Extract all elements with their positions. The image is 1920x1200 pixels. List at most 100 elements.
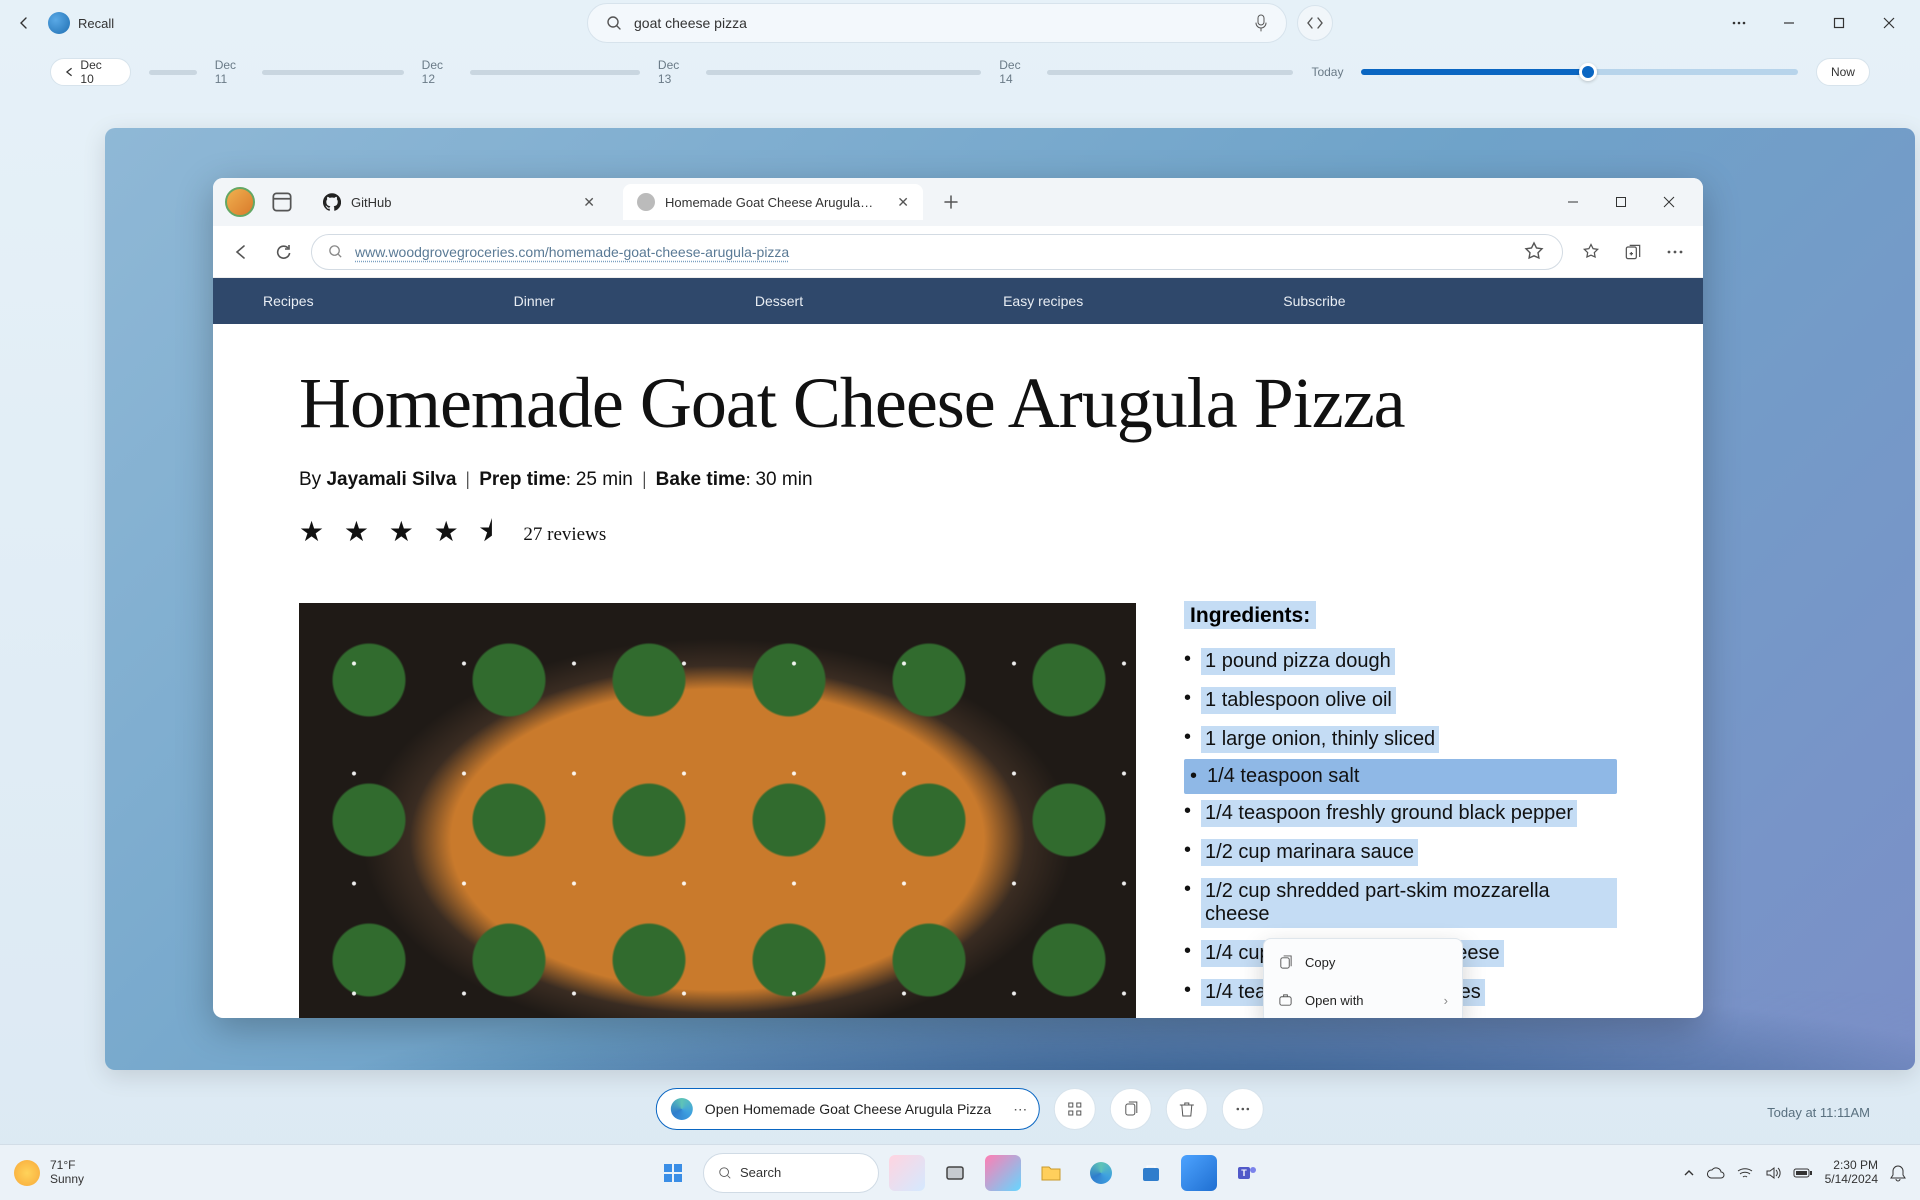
prep-value: 25 min [576, 469, 633, 490]
collections-icon[interactable] [1619, 238, 1647, 266]
url-text: www.woodgrovegroceries.com/homemade-goat… [355, 244, 789, 260]
recipe-photo [299, 603, 1136, 1018]
tab-close-icon[interactable]: ✕ [897, 194, 909, 211]
more-actions-button[interactable] [1222, 1088, 1264, 1130]
browser-tabstrip: GitHub ✕ Homemade Goat Cheese Arugula Pi… [213, 178, 1703, 226]
tab-close-icon[interactable]: ✕ [583, 194, 595, 211]
task-view[interactable] [935, 1153, 975, 1193]
profile-avatar[interactable] [225, 187, 255, 217]
edge-taskbar[interactable] [1081, 1153, 1121, 1193]
day-track[interactable] [706, 70, 981, 75]
day-track[interactable] [1047, 70, 1293, 75]
day-track[interactable] [262, 70, 404, 75]
nav-back[interactable] [227, 238, 255, 266]
timeline-thumb[interactable] [1579, 63, 1597, 81]
minimize-button[interactable] [1766, 7, 1812, 39]
browser-minimize[interactable] [1551, 186, 1595, 218]
address-bar[interactable]: www.woodgrovegroceries.com/homemade-goat… [311, 234, 1563, 270]
context-copy[interactable]: Copy [1264, 943, 1462, 981]
today-label: Today [1311, 65, 1343, 79]
tab-github[interactable]: GitHub ✕ [309, 184, 609, 220]
site-nav: Recipes Dinner Dessert Easy recipes Subs… [213, 278, 1703, 324]
delete-button[interactable] [1166, 1088, 1208, 1130]
mic-icon[interactable] [1254, 14, 1268, 32]
open-more-icon[interactable]: ⋯ [1013, 1101, 1027, 1118]
review-count: 27 reviews [523, 524, 606, 546]
start-button[interactable] [653, 1153, 693, 1193]
ingredient-item: 1 pound pizza dough [1184, 642, 1617, 681]
day-track[interactable] [149, 70, 196, 75]
tab-label: Homemade Goat Cheese Arugula Pizz [665, 195, 875, 210]
code-button[interactable] [1297, 5, 1333, 41]
system-tray: 2:30 PM5/14/2024 [1683, 1159, 1906, 1185]
onedrive-icon[interactable] [1707, 1167, 1725, 1179]
github-icon [323, 193, 341, 211]
favorites-icon[interactable] [1577, 238, 1605, 266]
context-menu: Copy Open with › [1263, 938, 1463, 1018]
snapshot-timestamp: Today at 11:11AM [1767, 1105, 1870, 1120]
bake-label: Bake time [656, 469, 746, 490]
today-track[interactable] [1361, 69, 1797, 75]
weather-condition: Sunny [50, 1173, 84, 1186]
timeline-back-pill[interactable]: Dec 10 [50, 58, 131, 86]
snapshot-frame: GitHub ✕ Homemade Goat Cheese Arugula Pi… [105, 128, 1915, 1070]
nav-item[interactable]: Dessert [755, 293, 803, 309]
search-box[interactable] [587, 3, 1287, 43]
weather-temp: 71°F [50, 1159, 84, 1172]
copy-icon [1278, 955, 1293, 970]
taskbar-widgets[interactable] [889, 1155, 925, 1191]
ingredient-item: 1 tablespoon olive oil [1184, 681, 1617, 720]
recipe-title: Homemade Goat Cheese Arugula Pizza [299, 362, 1617, 445]
shopping-favorite-icon[interactable] [1522, 240, 1546, 264]
page-body: Recipes Dinner Dessert Easy recipes Subs… [213, 278, 1703, 1018]
crop-button[interactable] [1054, 1088, 1096, 1130]
favicon [637, 193, 655, 211]
recall-taskbar-icon[interactable] [1181, 1155, 1217, 1191]
ingredient-item: 1/4 teaspoon freshly ground black pepper [1184, 794, 1617, 833]
now-pill[interactable]: Now [1816, 58, 1870, 86]
context-open-with-label: Open with [1305, 993, 1364, 1008]
browser-window: GitHub ✕ Homemade Goat Cheese Arugula Pi… [213, 178, 1703, 1018]
nav-item[interactable]: Recipes [263, 293, 314, 309]
app-name: Recall [78, 16, 114, 31]
volume-icon[interactable] [1765, 1166, 1781, 1180]
nav-refresh[interactable] [269, 238, 297, 266]
open-label: Open Homemade Goat Cheese Arugula Pizza [705, 1101, 991, 1117]
teams-icon[interactable]: T [1227, 1153, 1267, 1193]
taskbar-search[interactable]: Search [703, 1153, 879, 1193]
new-tab-button[interactable] [937, 188, 965, 216]
rating: ★ ★ ★ ★ ⯨ 27 reviews [299, 511, 1617, 559]
chevron-up-icon[interactable] [1683, 1167, 1695, 1179]
browser-close[interactable] [1647, 186, 1691, 218]
context-open-with[interactable]: Open with › [1264, 981, 1462, 1018]
day-label: Dec 11 [215, 58, 250, 86]
nav-item[interactable]: Dinner [514, 293, 555, 309]
nav-item[interactable]: Subscribe [1283, 293, 1345, 309]
clock-time: 2:30 PM [1825, 1159, 1878, 1172]
open-snapshot-button[interactable]: Open Homemade Goat Cheese Arugula Pizza … [656, 1088, 1040, 1130]
maximize-button[interactable] [1816, 7, 1862, 39]
tabsets-icon[interactable] [269, 189, 295, 215]
battery-icon[interactable] [1793, 1167, 1813, 1179]
ingredient-item-selected[interactable]: 1/4 teaspoon salt [1184, 759, 1617, 794]
day-track[interactable] [470, 70, 640, 75]
search-input[interactable] [634, 15, 1242, 31]
browser-more-icon[interactable] [1661, 238, 1689, 266]
back-button[interactable] [8, 7, 40, 39]
notifications-icon[interactable] [1890, 1164, 1906, 1182]
more-button[interactable] [1716, 7, 1762, 39]
file-explorer[interactable] [1031, 1153, 1071, 1193]
copilot-icon[interactable] [985, 1155, 1021, 1191]
close-button[interactable] [1866, 7, 1912, 39]
clock[interactable]: 2:30 PM5/14/2024 [1825, 1159, 1878, 1185]
app-icon [48, 12, 70, 34]
nav-item[interactable]: Easy recipes [1003, 293, 1083, 309]
tab-recipe[interactable]: Homemade Goat Cheese Arugula Pizz ✕ [623, 184, 923, 220]
copy-button[interactable] [1110, 1088, 1152, 1130]
wifi-icon[interactable] [1737, 1167, 1753, 1179]
store-icon[interactable] [1131, 1153, 1171, 1193]
byline-prefix: By [299, 469, 326, 490]
action-bar: Open Homemade Goat Cheese Arugula Pizza … [656, 1088, 1264, 1130]
taskbar-weather[interactable]: 71°FSunny [14, 1159, 84, 1185]
browser-maximize[interactable] [1599, 186, 1643, 218]
